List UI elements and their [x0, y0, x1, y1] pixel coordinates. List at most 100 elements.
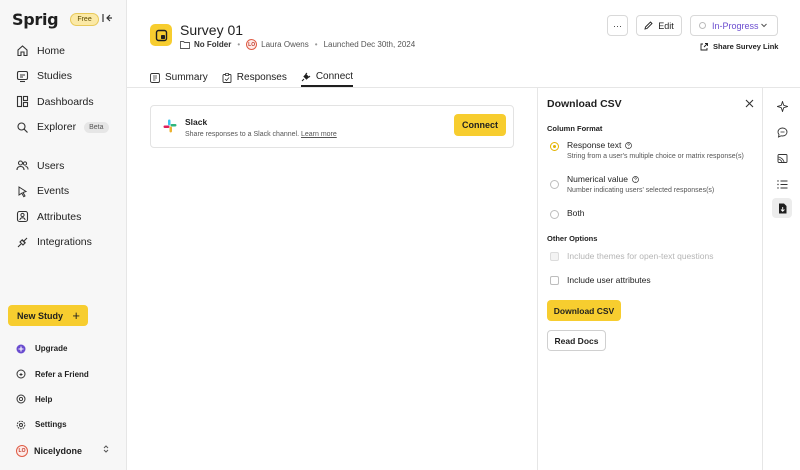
download-csv-panel: Download CSV Column Format Response text… [537, 88, 762, 470]
chevron-updown-icon [103, 445, 109, 453]
settings-icon [16, 420, 26, 430]
responses-icon [222, 72, 232, 83]
sidebar-item-dashboards[interactable]: Dashboards [0, 89, 127, 115]
refer-icon [16, 369, 26, 379]
close-icon[interactable] [745, 99, 754, 108]
share-label: Share Survey Link [713, 42, 779, 51]
sidebar-item-label: Users [37, 159, 65, 172]
download-file-icon [778, 203, 786, 213]
radio-button[interactable] [550, 180, 559, 189]
list-icon [776, 179, 787, 189]
radio-button[interactable] [550, 210, 559, 219]
avatar: LO [16, 445, 28, 457]
survey-glyph-icon [155, 29, 167, 41]
tab-label: Connect [315, 71, 354, 82]
home-icon [17, 45, 28, 57]
sidebar-item-users[interactable]: Users [0, 153, 127, 179]
integration-name: Slack [185, 117, 208, 127]
tab-label: Responses [236, 72, 287, 83]
checkbox[interactable] [550, 275, 559, 285]
sidebar-item-studies[interactable]: Studies [0, 64, 127, 90]
radio-label: Both [567, 208, 585, 218]
folder-link[interactable]: No Folder [194, 40, 231, 49]
right-tool-rail [762, 88, 800, 470]
cast-screen-icon [777, 153, 787, 163]
separator-dot: • [314, 40, 318, 49]
sidebar-item-label: Refer a Friend [35, 369, 89, 379]
sidebar-item-events[interactable]: Events [0, 179, 127, 205]
edit-label: Edit [658, 20, 674, 31]
chevron-down-icon [761, 23, 767, 28]
status-label: In-Progress [712, 20, 759, 31]
avatar: LO [246, 39, 258, 50]
sidebar-item-help[interactable]: Help [0, 387, 127, 412]
more-options-button[interactable]: ··· [607, 15, 628, 36]
read-docs-button[interactable]: Read Docs [547, 330, 606, 351]
tab-connect[interactable]: Connect [300, 68, 354, 87]
sidebar-item-explorer[interactable]: Explorer Beta [0, 115, 127, 141]
sidebar-item-home[interactable]: Home [0, 38, 127, 64]
plan-badge: Free [70, 13, 99, 26]
upgrade-icon [16, 344, 26, 354]
account-name: Nicelydone [34, 446, 83, 456]
tab-summary[interactable]: Summary [150, 68, 208, 87]
status-dropdown[interactable]: In-Progress [690, 15, 778, 36]
sidebar-item-label: Events [37, 185, 70, 198]
checkbox-label: Include themes for open-text questions [567, 251, 714, 261]
share-survey-link[interactable]: Share Survey Link [700, 42, 778, 51]
learn-more-link[interactable]: Learn more [301, 131, 337, 138]
tab-responses[interactable]: Responses [222, 68, 287, 87]
survey-icon [150, 24, 172, 46]
plus-icon: + [72, 308, 80, 323]
sidebar-item-label: Integrations [37, 236, 92, 249]
sidebar-item-upgrade[interactable]: Upgrade [0, 336, 127, 361]
download-file-button[interactable] [772, 198, 792, 218]
sidebar-item-integrations[interactable]: Integrations [0, 230, 127, 256]
sidebar-item-attributes[interactable]: Attributes [0, 204, 127, 230]
sidebar-item-label: Studies [37, 70, 73, 83]
launch-date: Launched Dec 30th, 2024 [323, 40, 416, 49]
comments-button[interactable] [772, 122, 792, 142]
connect-button[interactable]: Connect [454, 114, 506, 136]
sidebar-item-label: Attributes [37, 210, 82, 223]
radio-response-text[interactable]: Response text String from a user's multi… [550, 140, 744, 160]
sparkle-icon [776, 100, 788, 112]
cast-button[interactable] [772, 148, 792, 168]
download-csv-button[interactable]: Download CSV [547, 300, 621, 321]
checkbox-include-themes: Include themes for open-text questions [550, 251, 713, 261]
separator-dot: • [237, 40, 241, 49]
sidebar-item-label: Dashboards [37, 95, 94, 108]
radio-button[interactable] [550, 142, 559, 151]
slack-integration-card: Slack Share responses to a Slack channel… [150, 105, 514, 148]
sidebar-item-label: Explorer [37, 121, 77, 134]
account-switcher[interactable]: LO Nicelydone [16, 445, 116, 457]
slack-logo-icon [163, 119, 177, 133]
pencil-icon [644, 21, 653, 30]
sidebar-item-label: Help [35, 394, 53, 404]
new-study-label: New Study [17, 310, 64, 321]
sidebar-item-settings[interactable]: Settings [0, 412, 127, 437]
edit-button[interactable]: Edit [636, 15, 682, 36]
collapse-sidebar-icon[interactable] [101, 12, 113, 24]
help-circle-icon[interactable] [625, 141, 633, 149]
brand: Sprig Free [12, 10, 99, 29]
users-icon [16, 160, 29, 171]
folder-icon [180, 41, 190, 49]
new-study-button[interactable]: New Study + [8, 305, 88, 326]
radio-numerical-value[interactable]: Numerical value Number indicating users'… [550, 174, 714, 194]
integration-description: Share responses to a Slack channel. Lear… [185, 131, 337, 138]
external-link-icon [700, 42, 708, 50]
help-circle-icon[interactable] [632, 175, 639, 183]
attributes-icon [16, 211, 29, 223]
radio-label: Response text [567, 140, 622, 150]
checkbox-include-user-attributes[interactable]: Include user attributes [550, 275, 651, 285]
radio-both[interactable]: Both [550, 208, 585, 219]
sidebar-item-refer[interactable]: Refer a Friend [0, 361, 127, 386]
radio-description: Number indicating users' selected respon… [567, 187, 715, 194]
sprig-logo[interactable]: Sprig [12, 10, 59, 29]
status-ring-icon [699, 22, 706, 29]
ai-sparkle-button[interactable] [772, 96, 792, 116]
list-button[interactable] [772, 174, 792, 194]
sidebar-bottom-nav: Upgrade Refer a Friend Help Settings [0, 336, 127, 438]
summary-icon [150, 72, 160, 83]
